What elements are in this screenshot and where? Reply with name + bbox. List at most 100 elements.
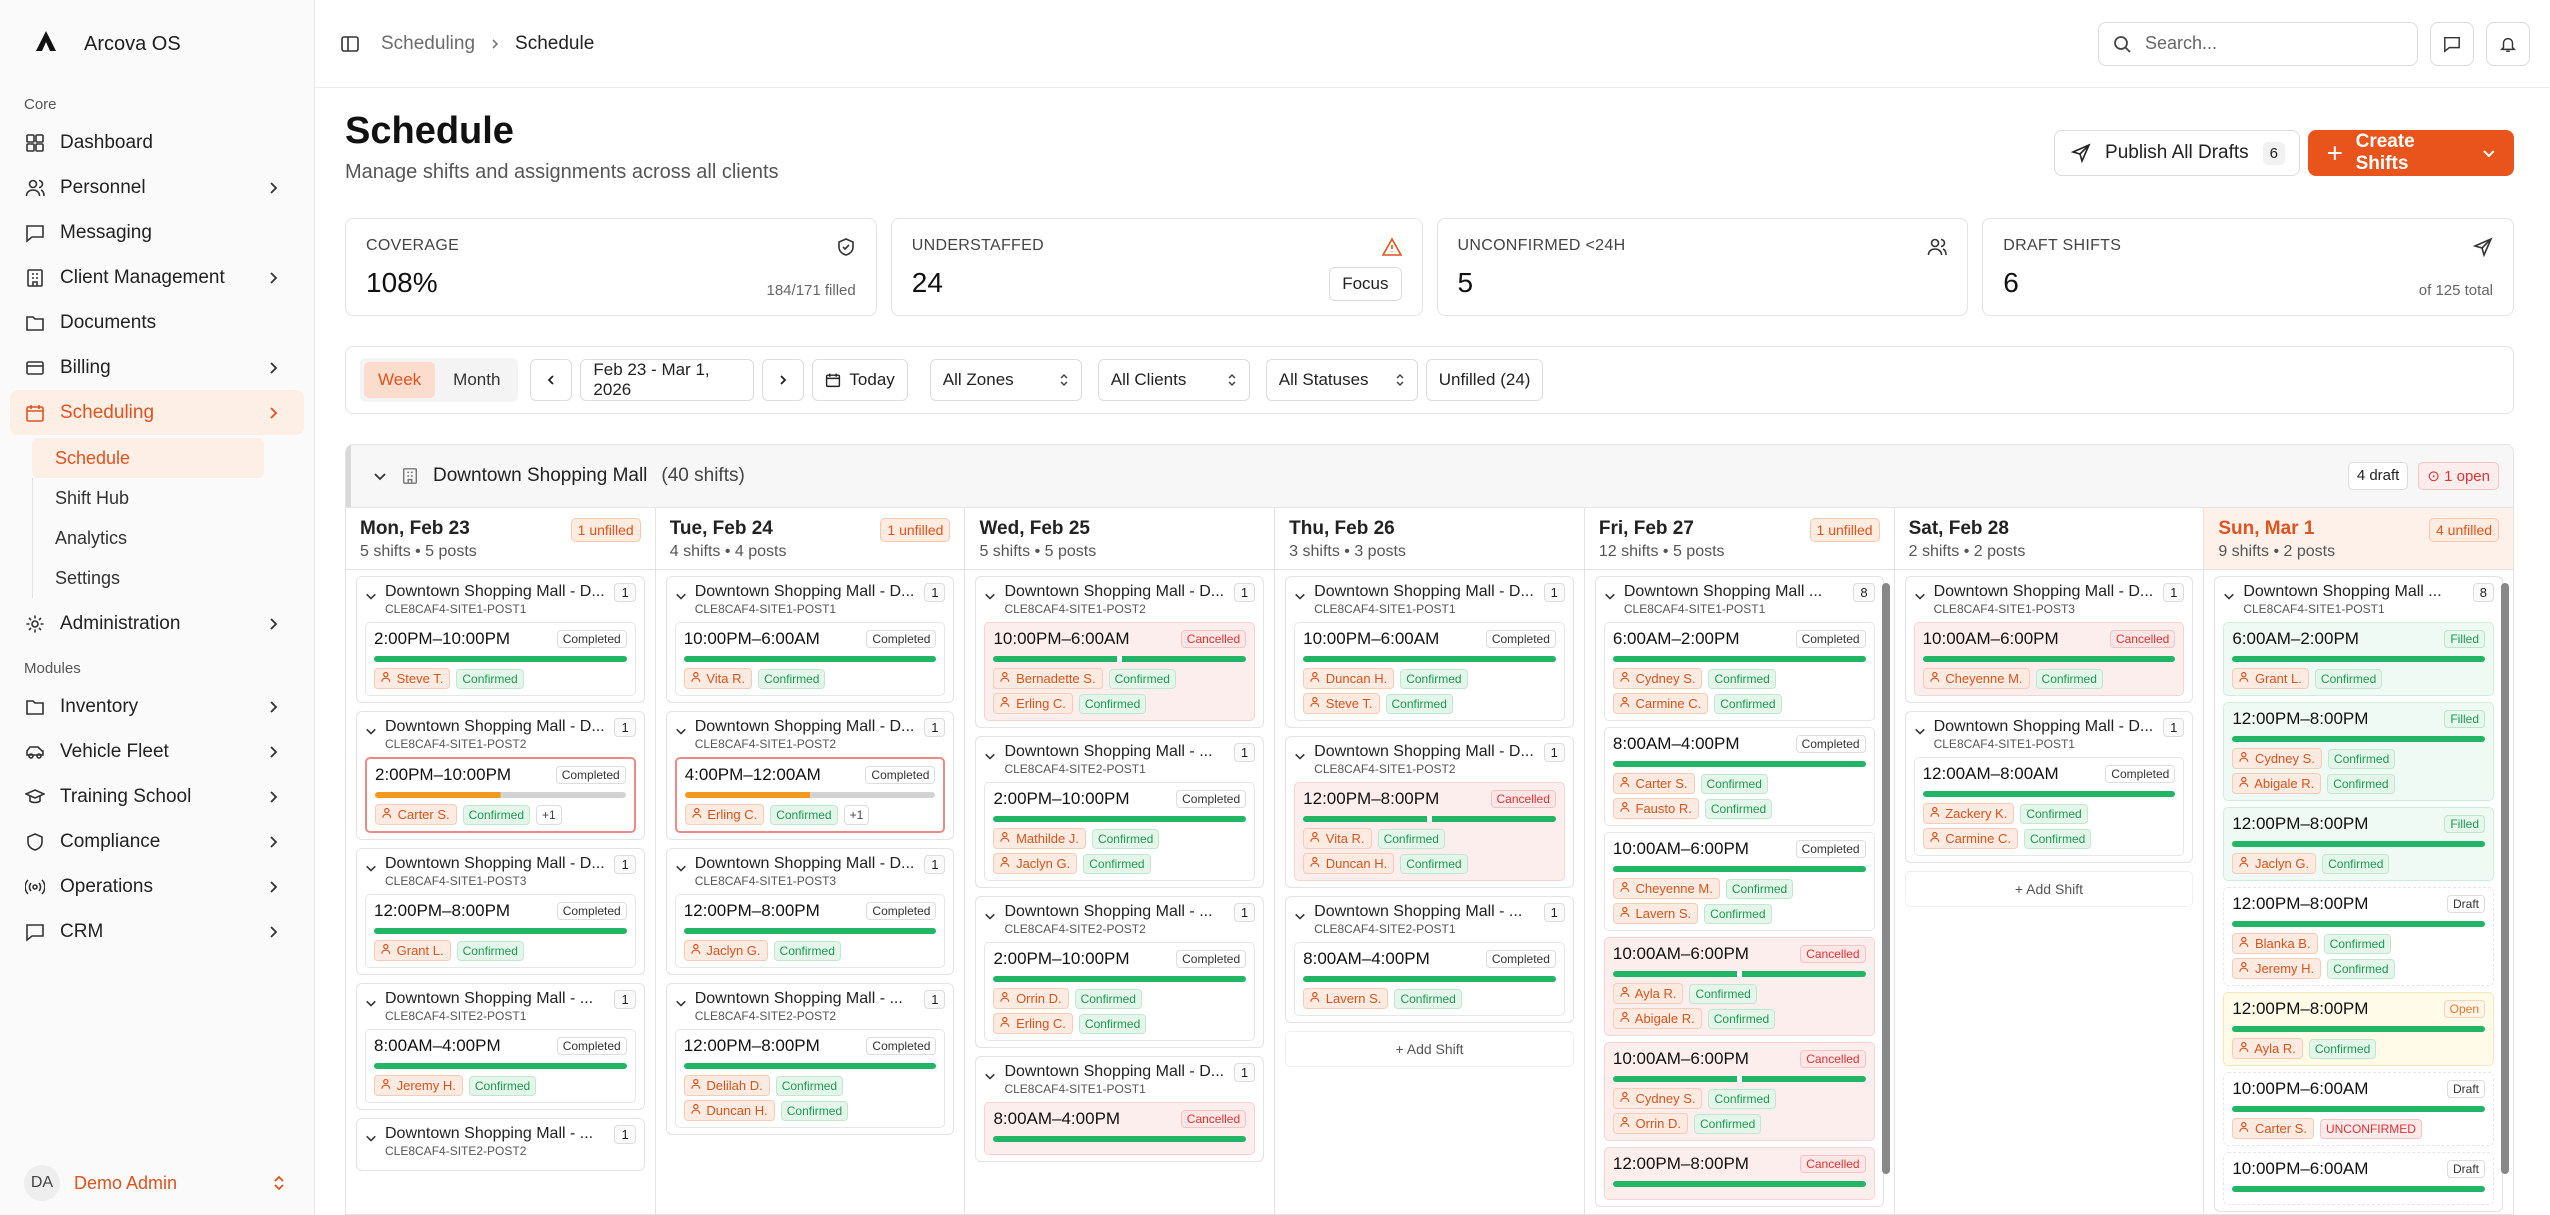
post-header[interactable]: Downtown Shopping Mall ... CLE8CAF4-SITE1… bbox=[2223, 583, 2495, 616]
create-shifts-button[interactable]: Create Shifts bbox=[2308, 130, 2514, 176]
chevron-down-icon[interactable] bbox=[675, 861, 687, 873]
unfilled-filter-button[interactable]: Unfilled (24) bbox=[1425, 359, 1544, 401]
post-header[interactable]: Downtown Shopping Mall - ... CLE8CAF4-SIT… bbox=[365, 990, 636, 1023]
scrollbar[interactable] bbox=[1881, 583, 1890, 1174]
assignee-chip[interactable]: Cydney S. bbox=[1612, 1088, 1703, 1109]
assignee-chip[interactable]: Erling C. bbox=[993, 1013, 1073, 1034]
post-header[interactable]: Downtown Shopping Mall - ... CLE8CAF4-SIT… bbox=[984, 743, 1256, 776]
shift-card[interactable]: 8:00AM–4:00PM Completed Carter S. Confirme… bbox=[1603, 727, 1875, 826]
shift-card[interactable]: 12:00PM–8:00PM Filled Cydney S. Confirmed … bbox=[2223, 702, 2495, 801]
assignee-chip[interactable]: Blanka B. bbox=[2232, 933, 2318, 954]
focus-button[interactable]: Focus bbox=[1329, 267, 1402, 301]
shift-card[interactable]: 2:00PM–10:00PM Completed Orrin D. Confirme… bbox=[984, 942, 1256, 1041]
shift-card[interactable]: 8:00AM–4:00PM Completed Lavern S. Confirme… bbox=[1294, 942, 1565, 1016]
shift-card[interactable]: 12:00PM–8:00PM Filled Jaclyn G. Confirmed bbox=[2223, 807, 2495, 881]
chevron-down-icon[interactable] bbox=[365, 996, 377, 1008]
shift-card[interactable]: 2:00PM–10:00PM Completed Steve T. Confirme… bbox=[365, 622, 636, 696]
assignee-chip[interactable]: Steve T. bbox=[374, 668, 451, 689]
assignee-chip[interactable]: Fausto R. bbox=[1612, 798, 1699, 819]
post-header[interactable]: Downtown Shopping Mall - D... CLE8CAF4-SI… bbox=[365, 583, 636, 616]
shift-card[interactable]: 12:00PM–8:00PM Draft Blanka B. Confirmed J… bbox=[2223, 887, 2495, 986]
shift-card[interactable]: 12:00PM–8:00PM Completed Jaclyn G. Confirm… bbox=[674, 894, 946, 968]
chevron-down-icon[interactable] bbox=[675, 589, 687, 601]
assignee-chip[interactable]: Lavern S. bbox=[1612, 903, 1699, 924]
chevron-down-icon[interactable] bbox=[1914, 724, 1926, 736]
subnav-analytics[interactable]: Analytics bbox=[32, 518, 314, 558]
assignee-chip[interactable]: Duncan H. bbox=[1303, 668, 1395, 689]
more-assignees-badge[interactable]: +1 bbox=[536, 804, 562, 825]
notifications-button[interactable] bbox=[2486, 21, 2530, 66]
post-header[interactable]: Downtown Shopping Mall - D... CLE8CAF4-SI… bbox=[1294, 583, 1565, 616]
prev-week-button[interactable] bbox=[530, 359, 573, 401]
assignee-chip[interactable]: Jeremy H. bbox=[2232, 958, 2322, 979]
shift-card[interactable]: 4:00PM–12:00AM Completed Erling C. Confirm… bbox=[674, 757, 946, 833]
chevron-down-icon[interactable] bbox=[365, 724, 377, 736]
today-button[interactable]: Today bbox=[812, 359, 908, 401]
post-header[interactable]: Downtown Shopping Mall - D... CLE8CAF4-SI… bbox=[675, 855, 946, 888]
assignee-chip[interactable]: Cheyenne M. bbox=[1922, 668, 2030, 689]
post-header[interactable]: Downtown Shopping Mall - D... CLE8CAF4-SI… bbox=[984, 1063, 1256, 1096]
shift-card[interactable]: 2:00PM–10:00PM Completed Mathilde J. Confi… bbox=[984, 782, 1256, 881]
chevron-down-icon[interactable] bbox=[373, 469, 387, 483]
assignee-chip[interactable]: Grant L. bbox=[2232, 668, 2309, 689]
post-header[interactable]: Downtown Shopping Mall - ... CLE8CAF4-SIT… bbox=[984, 903, 1256, 936]
assignee-chip[interactable]: Jaclyn G. bbox=[2232, 853, 2317, 874]
post-header[interactable]: Downtown Shopping Mall - D... CLE8CAF4-SI… bbox=[675, 583, 946, 616]
assignee-chip[interactable]: Orrin D. bbox=[993, 988, 1069, 1009]
unconfirmed-card[interactable]: UNCONFIRMED <24H 5 bbox=[1436, 218, 1969, 316]
nav-operations[interactable]: Operations bbox=[0, 864, 314, 909]
unfilled-badge[interactable]: 4 unfilled bbox=[2428, 518, 2500, 542]
shift-card[interactable]: 6:00AM–2:00PM Completed Cydney S. Confirme… bbox=[1603, 622, 1875, 721]
shift-card[interactable]: 12:00PM–8:00PM Cancelled bbox=[1603, 1147, 1875, 1200]
assignee-chip[interactable]: Erling C. bbox=[993, 693, 1073, 714]
chevron-down-icon[interactable] bbox=[1294, 749, 1306, 761]
subnav-schedule[interactable]: Schedule bbox=[32, 438, 264, 478]
next-week-button[interactable] bbox=[762, 359, 805, 401]
post-header[interactable]: Downtown Shopping Mall - D... CLE8CAF4-SI… bbox=[365, 718, 636, 751]
nav-training-school[interactable]: Training School bbox=[0, 774, 314, 819]
assignee-chip[interactable]: Orrin D. bbox=[1612, 1113, 1688, 1134]
month-view-button[interactable]: Month bbox=[439, 362, 514, 398]
breadcrumb-scheduling[interactable]: Scheduling bbox=[381, 33, 475, 55]
chevron-down-icon[interactable] bbox=[365, 861, 377, 873]
nav-dashboard[interactable]: Dashboard bbox=[0, 120, 314, 165]
sidebar-toggle-button[interactable] bbox=[335, 29, 365, 59]
chevron-down-icon[interactable] bbox=[675, 996, 687, 1008]
post-header[interactable]: Downtown Shopping Mall - ... CLE8CAF4-SIT… bbox=[1294, 903, 1565, 936]
statuses-select[interactable]: All Statuses bbox=[1265, 359, 1418, 401]
assignee-chip[interactable]: Cheyenne M. bbox=[1612, 878, 1720, 899]
site-group-header[interactable]: Downtown Shopping Mall (40 shifts) 4 dra… bbox=[346, 445, 2513, 507]
shift-card[interactable]: 10:00AM–6:00PM Cancelled Cydney S. Confirm… bbox=[1603, 1042, 1875, 1141]
assignee-chip[interactable]: Bernadette S. bbox=[993, 668, 1103, 689]
coverage-card[interactable]: COVERAGE 108% 184/171 filled bbox=[345, 218, 877, 316]
assignee-chip[interactable]: Carter S. bbox=[375, 804, 457, 825]
shift-card[interactable]: 10:00PM–6:00AM Draft Carter S. UNCONFIRMED bbox=[2223, 1072, 2495, 1146]
assignee-chip[interactable]: Erling C. bbox=[684, 804, 765, 825]
chevron-down-icon[interactable] bbox=[984, 1069, 996, 1081]
scrollbar-thumb[interactable] bbox=[1881, 583, 1890, 1174]
assignee-chip[interactable]: Carter S. bbox=[1612, 773, 1695, 794]
chevron-down-icon[interactable] bbox=[1294, 589, 1306, 601]
nav-inventory[interactable]: Inventory bbox=[0, 684, 314, 729]
chevron-down-icon[interactable] bbox=[1914, 589, 1926, 601]
nav-vehicle-fleet[interactable]: Vehicle Fleet bbox=[0, 729, 314, 774]
shift-card[interactable]: 12:00AM–8:00AM Completed Zackery K. Confir… bbox=[1913, 757, 2185, 856]
zones-select[interactable]: All Zones bbox=[929, 359, 1082, 401]
assignee-chip[interactable]: Jaclyn G. bbox=[993, 853, 1078, 874]
chevron-down-icon[interactable] bbox=[365, 1131, 377, 1143]
chevron-down-icon[interactable] bbox=[2223, 589, 2235, 601]
post-header[interactable]: Downtown Shopping Mall - D... CLE8CAF4-SI… bbox=[1914, 718, 2185, 751]
chevron-down-icon[interactable] bbox=[1294, 909, 1306, 921]
assignee-chip[interactable]: Jaclyn G. bbox=[683, 940, 768, 961]
shift-card[interactable]: 10:00AM–6:00PM Completed Cheyenne M. Confi… bbox=[1603, 832, 1875, 931]
publish-all-drafts-button[interactable]: Publish All Drafts 6 bbox=[2054, 130, 2300, 176]
date-range-picker[interactable]: Feb 23 - Mar 1, 2026 bbox=[580, 359, 755, 401]
nav-scheduling[interactable]: Scheduling bbox=[10, 390, 304, 435]
shift-card[interactable]: 2:00PM–10:00PM Completed Carter S. Confirm… bbox=[365, 757, 636, 833]
shift-card[interactable]: 10:00PM–6:00AM Completed Duncan H. Confirm… bbox=[1294, 622, 1565, 721]
unfilled-badge[interactable]: 1 unfilled bbox=[570, 518, 641, 542]
assignee-chip[interactable]: Vita R. bbox=[1303, 828, 1372, 849]
post-header[interactable]: Downtown Shopping Mall - D... CLE8CAF4-SI… bbox=[365, 855, 636, 888]
shift-card[interactable]: 10:00PM–6:00AM Completed Vita R. Confirmed bbox=[674, 622, 946, 696]
add-shift-button[interactable]: + Add Shift bbox=[1904, 871, 2194, 907]
